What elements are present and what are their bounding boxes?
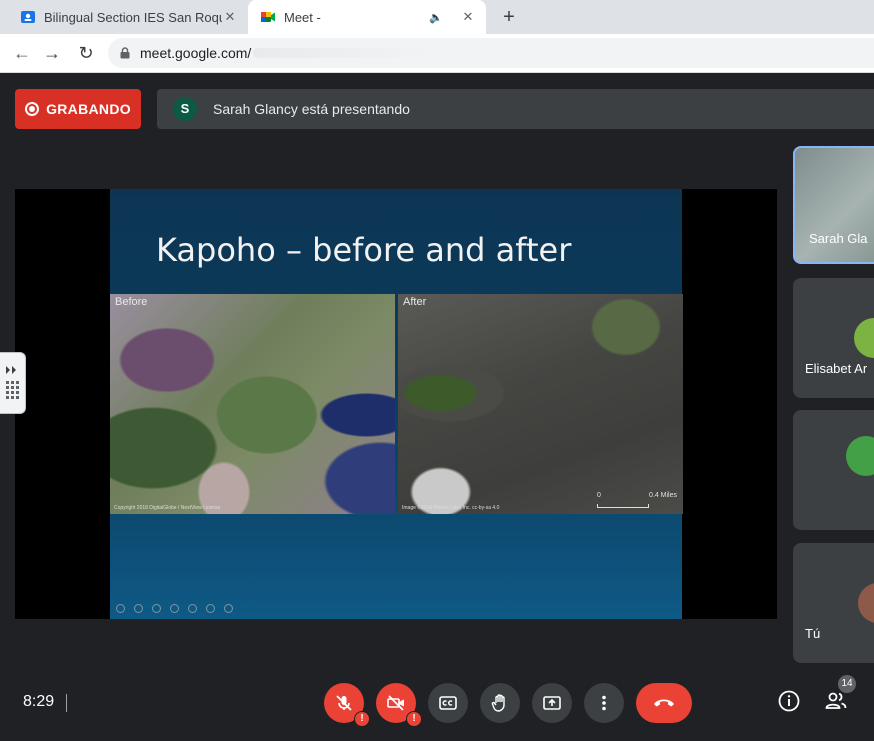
participant-tile-sarah[interactable]: Sarah Gla bbox=[793, 146, 874, 264]
expand-panel-icon bbox=[6, 366, 19, 399]
presentation-stage[interactable]: Kapoho – before and after Before Copyrig… bbox=[15, 189, 777, 619]
lock-icon bbox=[120, 47, 130, 59]
forward-icon[interactable]: → bbox=[42, 43, 62, 63]
more-options-icon bbox=[602, 695, 606, 711]
participant-name: Elisabet Ar bbox=[805, 361, 868, 376]
after-credit: Image ©2018 Planet Labs, Inc. cc-by-sa 4… bbox=[402, 505, 500, 511]
record-icon bbox=[25, 102, 40, 116]
scale-start: 0 bbox=[597, 492, 601, 499]
tab-bilingual-section[interactable]: Bilingual Section IES San Roque ✕ bbox=[8, 0, 248, 34]
more-options-button[interactable] bbox=[584, 683, 624, 723]
presentation-slide: Kapoho – before and after Before Copyrig… bbox=[110, 189, 683, 619]
raise-hand-button[interactable] bbox=[480, 683, 520, 723]
mic-off-icon bbox=[336, 695, 352, 711]
info-icon[interactable] bbox=[777, 689, 801, 713]
camera-warning-badge: ! bbox=[406, 711, 422, 727]
slide-pen-icon[interactable] bbox=[152, 604, 161, 613]
back-icon[interactable]: ← bbox=[12, 43, 32, 63]
participant-name: Sarah Gla bbox=[809, 231, 868, 246]
new-tab-button[interactable]: + bbox=[498, 6, 520, 28]
scale-end: 0.4 Miles bbox=[648, 492, 677, 499]
participant-avatar bbox=[846, 436, 874, 476]
present-button[interactable] bbox=[532, 683, 572, 723]
meeting-time: 8:29 bbox=[23, 693, 55, 710]
participant-name: Tú bbox=[805, 626, 821, 641]
side-panel-handle[interactable] bbox=[0, 352, 26, 414]
tab-title: Bilingual Section IES San Roque bbox=[44, 9, 222, 25]
recording-indicator: GRABANDO bbox=[15, 89, 141, 129]
presenter-avatar: S bbox=[173, 97, 197, 121]
captions-button[interactable] bbox=[428, 683, 468, 723]
tab-meet[interactable]: Meet - 🔈 ✕ bbox=[248, 0, 486, 34]
before-label: Before bbox=[115, 296, 148, 308]
address-bar[interactable]: meet.google.com/ bbox=[108, 38, 874, 68]
classroom-icon bbox=[21, 11, 35, 23]
slide-controls bbox=[116, 604, 233, 613]
presenter-banner[interactable]: S Sarah Glancy está presentando bbox=[157, 89, 874, 129]
hang-up-icon bbox=[654, 699, 674, 707]
redacted-url bbox=[253, 48, 434, 58]
slide-options-icon[interactable] bbox=[206, 604, 215, 613]
participant-avatar bbox=[858, 583, 874, 623]
url-text: meet.google.com/ bbox=[140, 45, 252, 61]
scale-line bbox=[597, 504, 649, 508]
microphone-button[interactable]: ! bbox=[324, 683, 370, 727]
slide-zoom-icon[interactable] bbox=[188, 604, 197, 613]
raise-hand-icon bbox=[491, 694, 505, 712]
close-tab-icon[interactable]: ✕ bbox=[460, 9, 476, 25]
recording-label: GRABANDO bbox=[46, 101, 131, 117]
tab-title: Meet - bbox=[284, 9, 321, 25]
browser-toolbar: ← → ↻ meet.google.com/ bbox=[0, 34, 874, 73]
participant-avatar bbox=[854, 318, 874, 358]
before-credit: Copyright 2018 DigitalGlobe / NextView L… bbox=[114, 505, 221, 511]
camera-button[interactable]: ! bbox=[376, 683, 422, 727]
slide-title: Kapoho – before and after bbox=[156, 231, 572, 269]
participant-tile[interactable] bbox=[793, 410, 874, 530]
after-image: After Image ©2018 Planet Labs, Inc. cc-b… bbox=[398, 294, 683, 514]
leave-call-button[interactable] bbox=[636, 683, 692, 723]
before-image: Before Copyright 2018 DigitalGlobe / Nex… bbox=[110, 294, 395, 514]
slide-menu-icon[interactable] bbox=[170, 604, 179, 613]
divider bbox=[66, 694, 67, 712]
audio-playing-icon[interactable]: 🔈 bbox=[428, 11, 444, 24]
slide-prev-icon[interactable] bbox=[116, 604, 125, 613]
scale-bar: 0 0.4 Miles bbox=[597, 492, 677, 510]
present-screen-icon bbox=[543, 696, 561, 710]
close-tab-icon[interactable]: ✕ bbox=[222, 9, 238, 25]
camera-off-icon bbox=[387, 695, 404, 711]
reload-icon[interactable]: ↻ bbox=[76, 43, 96, 63]
participant-tile-elisabet[interactable]: Elisabet Ar bbox=[793, 278, 874, 398]
participant-count-badge: 14 bbox=[838, 675, 856, 693]
slide-next-icon[interactable] bbox=[134, 604, 143, 613]
after-label: After bbox=[403, 296, 427, 308]
browser-tab-strip: Bilingual Section IES San Roque ✕ Meet -… bbox=[0, 0, 874, 34]
meet-icon bbox=[261, 12, 275, 22]
slide-subtitle-icon[interactable] bbox=[224, 604, 233, 613]
mic-warning-badge: ! bbox=[354, 711, 370, 727]
presenter-text: Sarah Glancy está presentando bbox=[213, 101, 410, 117]
captions-icon bbox=[439, 696, 457, 710]
participant-tile-self[interactable]: Tú bbox=[793, 543, 874, 663]
